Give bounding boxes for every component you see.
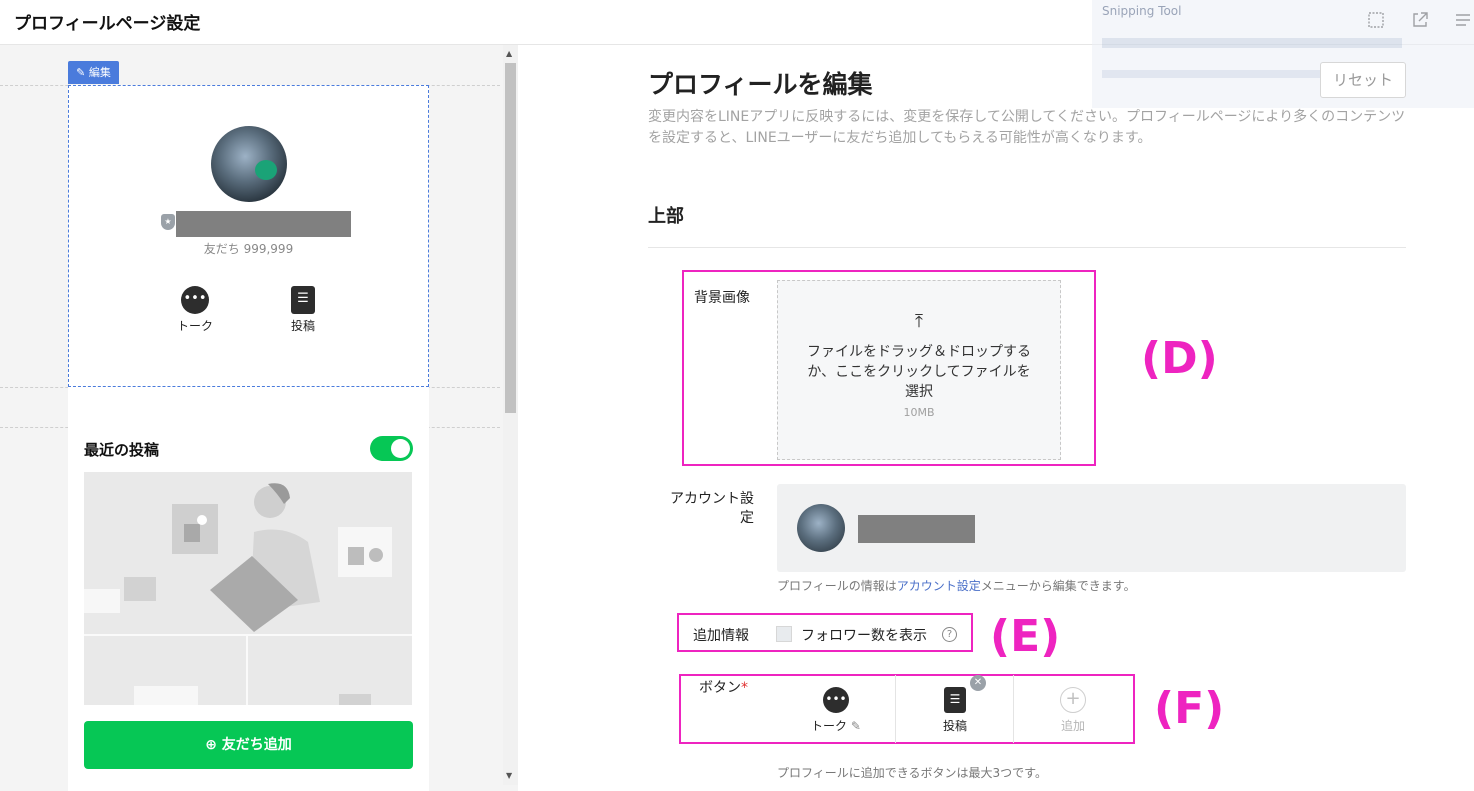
scroll-down-icon[interactable]: ▼ bbox=[506, 771, 512, 780]
button-slot-talk-label: トーク bbox=[811, 719, 848, 733]
post-icon: ☰ bbox=[291, 286, 315, 314]
account-settings-hint: プロフィールの情報はアカウント設定メニューから編集できます。 bbox=[777, 577, 1136, 594]
talk-icon: ••• bbox=[181, 286, 209, 314]
background-image-label: 背景画像 bbox=[694, 290, 750, 306]
add-friend-label: 友だち追加 bbox=[221, 737, 292, 753]
help-icon[interactable]: ? bbox=[942, 627, 957, 642]
button-slot-post-label: 投稿 bbox=[942, 719, 967, 733]
account-name-redacted bbox=[858, 515, 975, 543]
add-friend-button[interactable]: ⊕ 友だち追加 bbox=[84, 721, 413, 769]
pencil-icon[interactable]: ✎ bbox=[851, 719, 861, 733]
preview-profile-block[interactable]: ★ 友だち 999,999 ••• トーク ☰ 投稿 bbox=[68, 85, 429, 387]
show-followers-checkbox[interactable] bbox=[776, 626, 792, 642]
upload-icon: ⤒ bbox=[915, 311, 923, 332]
annotation-e: (E) bbox=[990, 611, 1061, 662]
verified-shield-icon: ★ bbox=[161, 214, 175, 230]
avatar bbox=[797, 504, 845, 552]
remove-button-icon[interactable]: ✕ bbox=[970, 675, 986, 691]
annotation-f: (F) bbox=[1154, 683, 1225, 734]
talk-icon: ••• bbox=[823, 687, 849, 713]
preview-scrollbar[interactable]: ▲ ▼ bbox=[503, 45, 518, 785]
scroll-thumb[interactable] bbox=[505, 63, 516, 413]
buttons-hint: プロフィールに追加できるボタンは最大3つです。 bbox=[777, 766, 1047, 780]
buttons-label: ボタン* bbox=[699, 677, 748, 697]
account-settings-box bbox=[777, 484, 1406, 572]
recent-posts-title: 最近の投稿 bbox=[84, 441, 160, 459]
required-mark: * bbox=[741, 680, 748, 696]
preview-post-action[interactable]: ☰ 投稿 bbox=[273, 286, 333, 334]
plus-icon: + bbox=[1060, 687, 1086, 713]
recent-posts-toggle[interactable] bbox=[370, 436, 413, 461]
friends-count: 友だち 999,999 bbox=[203, 242, 294, 256]
editor-description: 変更内容をLINEアプリに反映するには、変更を保存して公開してください。プロフィ… bbox=[648, 109, 1406, 146]
button-slot-add[interactable]: + 追加 bbox=[1014, 675, 1132, 743]
account-settings-label: アカウント設定 bbox=[670, 491, 754, 526]
button-slot-add-label: 追加 bbox=[1060, 719, 1085, 733]
recent-posts-card: 最近の投稿 ⊕ 友だち追加 bbox=[68, 428, 429, 791]
additional-info-label: 追加情報 bbox=[693, 628, 749, 644]
preview-talk-action[interactable]: ••• トーク bbox=[165, 286, 225, 334]
hint-prefix: プロフィールの情報は bbox=[777, 579, 897, 593]
reset-button[interactable]: リセット bbox=[1320, 62, 1406, 98]
add-friend-icon: ⊕ bbox=[205, 737, 222, 753]
editor-title: プロフィールを編集 bbox=[648, 70, 873, 99]
edit-tag[interactable]: ✎ 編集 bbox=[68, 61, 119, 84]
button-slot-talk[interactable]: ••• トーク ✎ bbox=[777, 675, 895, 743]
upload-size-limit: 10MB bbox=[903, 406, 935, 419]
annotation-d: (D) bbox=[1141, 333, 1218, 384]
hint-suffix: メニューから編集できます。 bbox=[980, 579, 1136, 593]
background-image-dropzone[interactable]: ⤒ ファイルをドラッグ＆ドロップするか、ここをクリックしてファイルを選択 10M… bbox=[777, 280, 1061, 460]
section-divider bbox=[648, 247, 1406, 248]
section-top-heading: 上部 bbox=[648, 206, 684, 227]
profile-editor: プロフィールを編集 変更内容をLINEアプリに反映するには、変更を保存して公開し… bbox=[518, 45, 1474, 791]
preview-talk-label: トーク bbox=[176, 319, 213, 333]
preview-gap bbox=[68, 387, 429, 428]
recent-posts-illustration bbox=[84, 472, 412, 705]
account-name-redacted bbox=[176, 211, 351, 237]
post-icon: ☰ bbox=[944, 687, 966, 713]
upload-instructions: ファイルをドラッグ＆ドロップするか、ここをクリックしてファイルを選択 bbox=[807, 344, 1031, 400]
buttons-label-text: ボタン bbox=[699, 680, 741, 696]
avatar bbox=[211, 126, 287, 202]
scroll-up-icon[interactable]: ▲ bbox=[506, 49, 512, 58]
show-followers-label[interactable]: フォロワー数を表示 bbox=[801, 625, 927, 645]
snipping-tool-title: Snipping Tool bbox=[1102, 4, 1182, 18]
page-title: プロフィールページ設定 bbox=[14, 14, 201, 34]
preview-post-label: 投稿 bbox=[290, 319, 315, 333]
account-settings-link[interactable]: アカウント設定 bbox=[897, 579, 981, 593]
button-slot-post[interactable]: ☰ 投稿 bbox=[896, 675, 1014, 743]
profile-preview: ✎ 編集 ★ 友だち 999,999 ••• トーク ☰ 投稿 最近の投稿 ⊕ … bbox=[0, 45, 518, 791]
